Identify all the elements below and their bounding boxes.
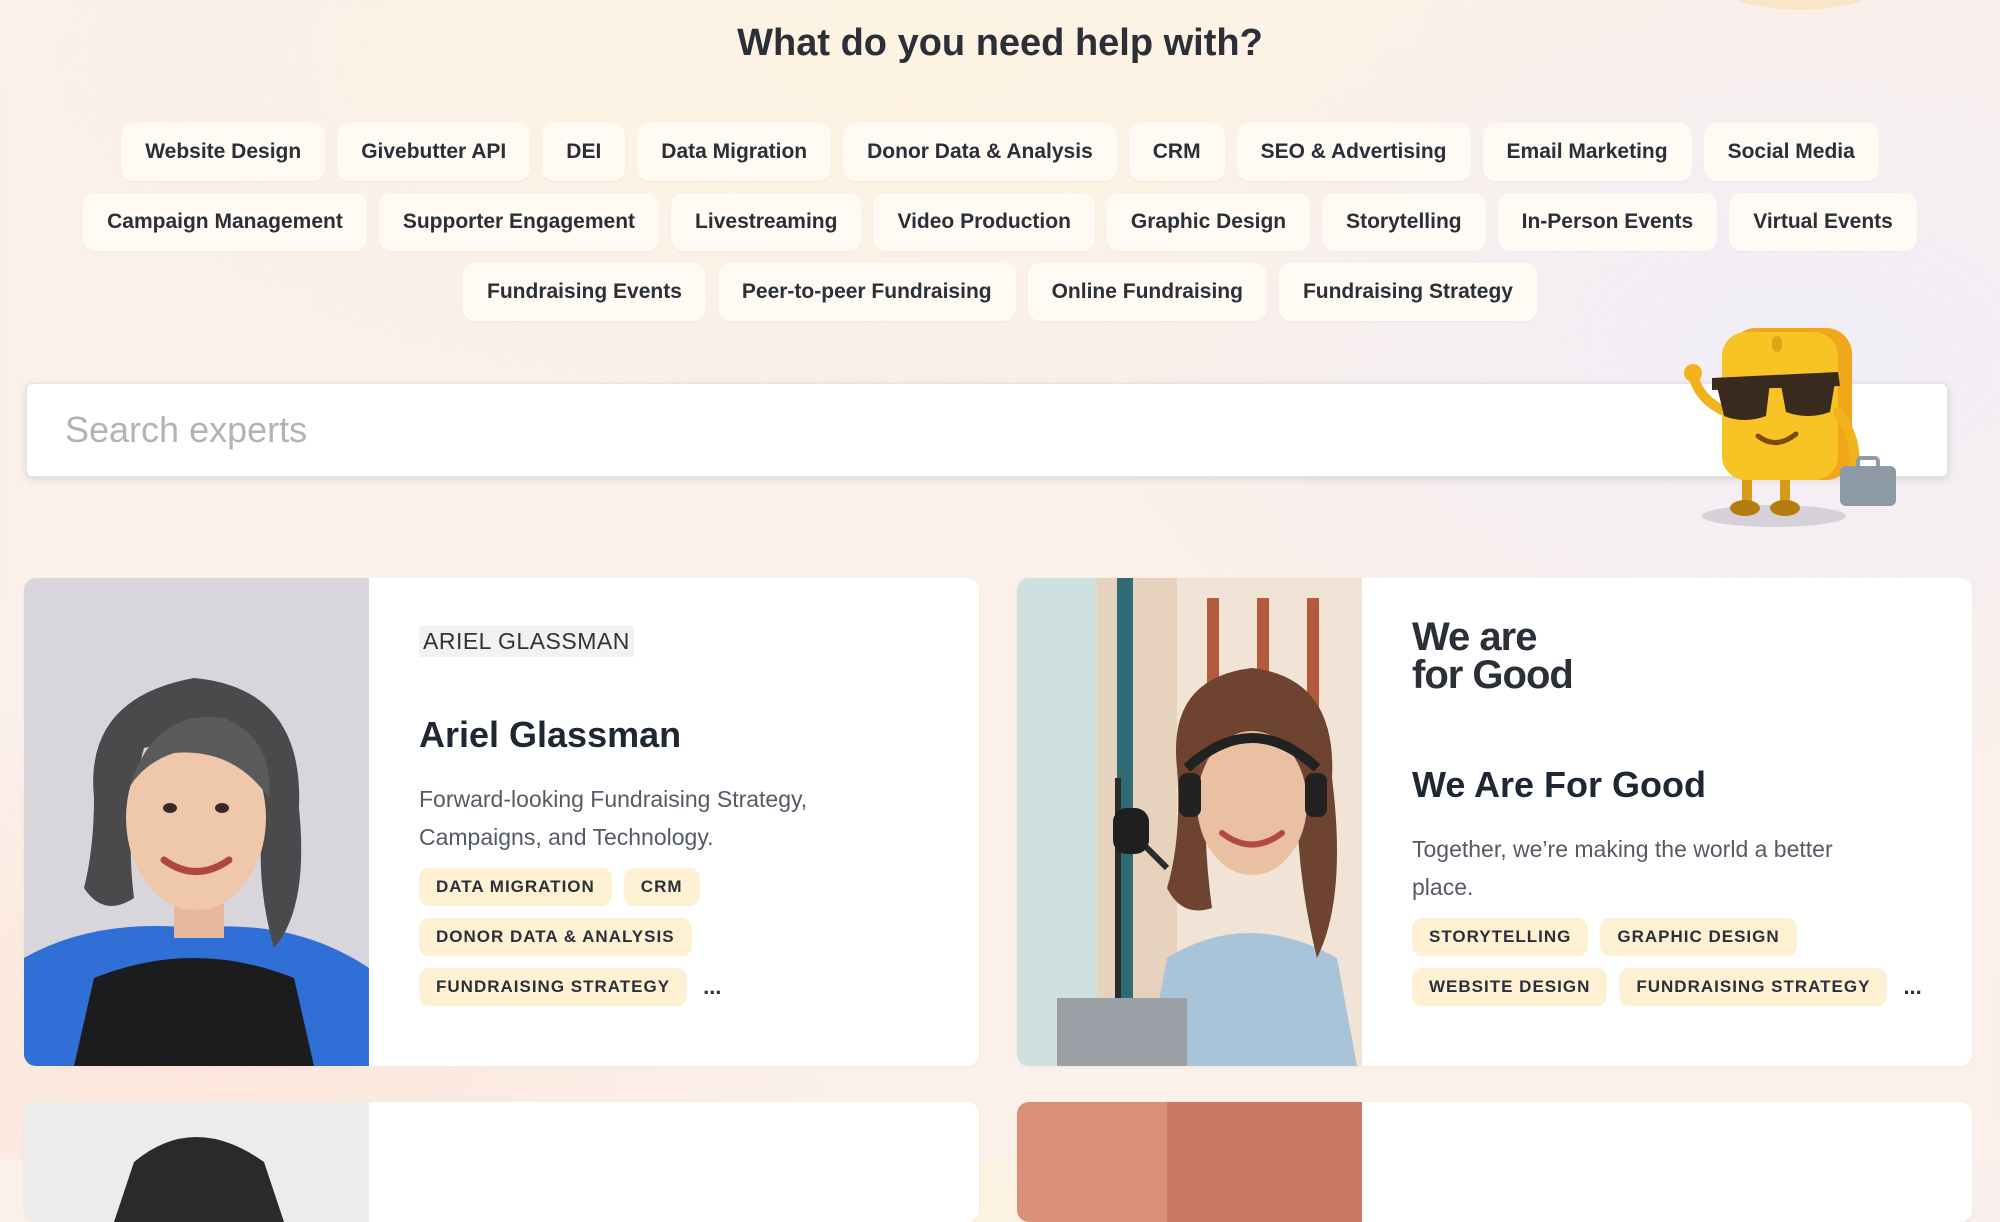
category-chip-seo-and-advertising[interactable]: SEO & Advertising: [1236, 123, 1471, 181]
tag-storytelling[interactable]: STORYTELLING: [1412, 918, 1589, 956]
expert-tags: STORYTELLING GRAPHIC DESIGN WEBSITE DESIGN…: [1412, 918, 1932, 1018]
tag-row: STORYTELLING GRAPHIC DESIGN: [1412, 918, 1932, 956]
category-chips-row: Website Design Givebutter API DEI Data Migr…: [0, 123, 2000, 181]
category-chip-supporter-engagement[interactable]: Supporter Engagement: [378, 193, 660, 251]
tag-graphic-design[interactable]: GRAPHIC DESIGN: [1600, 918, 1797, 956]
expert-card[interactable]: ARIEL GLASSMAN Ariel Glassman Forward-lo…: [24, 578, 979, 1066]
expert-name[interactable]: We Are For Good: [1412, 764, 1706, 806]
expert-card[interactable]: [24, 1102, 979, 1222]
tag-fundraising-strategy[interactable]: FUNDRAISING STRATEGY: [419, 968, 688, 1006]
category-chips-row: Fundraising Events Peer-to-peer Fundraisi…: [0, 263, 2000, 321]
category-chip-storytelling[interactable]: Storytelling: [1322, 193, 1486, 251]
category-chip-video-production[interactable]: Video Production: [873, 193, 1095, 251]
tag-row: DATA MIGRATION CRM: [419, 868, 939, 906]
search-box: [26, 383, 1948, 477]
category-chip-virtual-events[interactable]: Virtual Events: [1729, 193, 1917, 251]
category-chip-donor-data-and-analysis[interactable]: Donor Data & Analysis: [843, 123, 1117, 181]
expert-description: Forward-looking Fundraising Strategy, Ca…: [419, 786, 808, 850]
expert-photo: [24, 578, 369, 1066]
tag-row: FUNDRAISING STRATEGY...: [419, 968, 939, 1006]
tag-row: WEBSITE DESIGN FUNDRAISING STRATEGY...: [1412, 968, 1932, 1006]
category-chip-dei[interactable]: DEI: [542, 123, 626, 181]
we-are-for-good-logo: We are for Good: [1412, 615, 1574, 697]
page-heading: What do you need help with?: [737, 22, 1263, 64]
expert-brand-label: ARIEL GLASSMAN: [419, 626, 634, 657]
search-input[interactable]: [27, 384, 1947, 476]
expert-photo: [24, 1102, 369, 1222]
expert-photo: [1017, 1102, 1362, 1222]
tag-row: DONOR DATA & ANALYSIS: [419, 918, 939, 956]
category-chip-in-person-events[interactable]: In-Person Events: [1497, 193, 1718, 251]
category-chip-social-media[interactable]: Social Media: [1703, 123, 1879, 181]
category-chip-online-fundraising[interactable]: Online Fundraising: [1027, 263, 1267, 321]
expert-card[interactable]: [1017, 1102, 1972, 1222]
tag-donor-data-and-analysis[interactable]: DONOR DATA & ANALYSIS: [419, 918, 692, 956]
category-chip-data-migration[interactable]: Data Migration: [637, 123, 832, 181]
expert-description: Together, we’re making the world a bette…: [1412, 836, 1833, 900]
category-chips-row: Campaign Management Supporter Engagement L…: [0, 193, 2000, 251]
category-chip-givebutter-api[interactable]: Givebutter API: [337, 123, 531, 181]
tag-website-design[interactable]: WEBSITE DESIGN: [1412, 968, 1608, 1006]
expert-tags: DATA MIGRATION CRM DONOR DATA & ANALYSIS FU…: [419, 868, 939, 1018]
more-tags-button[interactable]: ...: [699, 974, 721, 1000]
category-chip-fundraising-events[interactable]: Fundraising Events: [463, 263, 706, 321]
tag-crm[interactable]: CRM: [623, 868, 700, 906]
more-tags-button[interactable]: ...: [1899, 974, 1921, 1000]
category-chip-fundraising-strategy[interactable]: Fundraising Strategy: [1278, 263, 1537, 321]
category-chip-crm[interactable]: CRM: [1128, 123, 1225, 181]
category-chip-website-design[interactable]: Website Design: [121, 123, 326, 181]
butter-mascot-illustration: [1684, 328, 1896, 527]
expert-card[interactable]: We are for Good We Are For Good Together…: [1017, 578, 1972, 1066]
expert-name[interactable]: Ariel Glassman: [419, 714, 681, 756]
expert-photo: [1017, 578, 1362, 1066]
category-chip-graphic-design[interactable]: Graphic Design: [1106, 193, 1311, 251]
category-chip-campaign-management[interactable]: Campaign Management: [83, 193, 367, 251]
decorative-blob: [1720, 0, 1880, 10]
category-chip-email-marketing[interactable]: Email Marketing: [1482, 123, 1692, 181]
tag-data-migration[interactable]: DATA MIGRATION: [419, 868, 612, 906]
tag-fundraising-strategy[interactable]: FUNDRAISING STRATEGY: [1619, 968, 1888, 1006]
category-chip-livestreaming[interactable]: Livestreaming: [671, 193, 862, 251]
category-chip-peer-to-peer-fundraising[interactable]: Peer-to-peer Fundraising: [717, 263, 1016, 321]
